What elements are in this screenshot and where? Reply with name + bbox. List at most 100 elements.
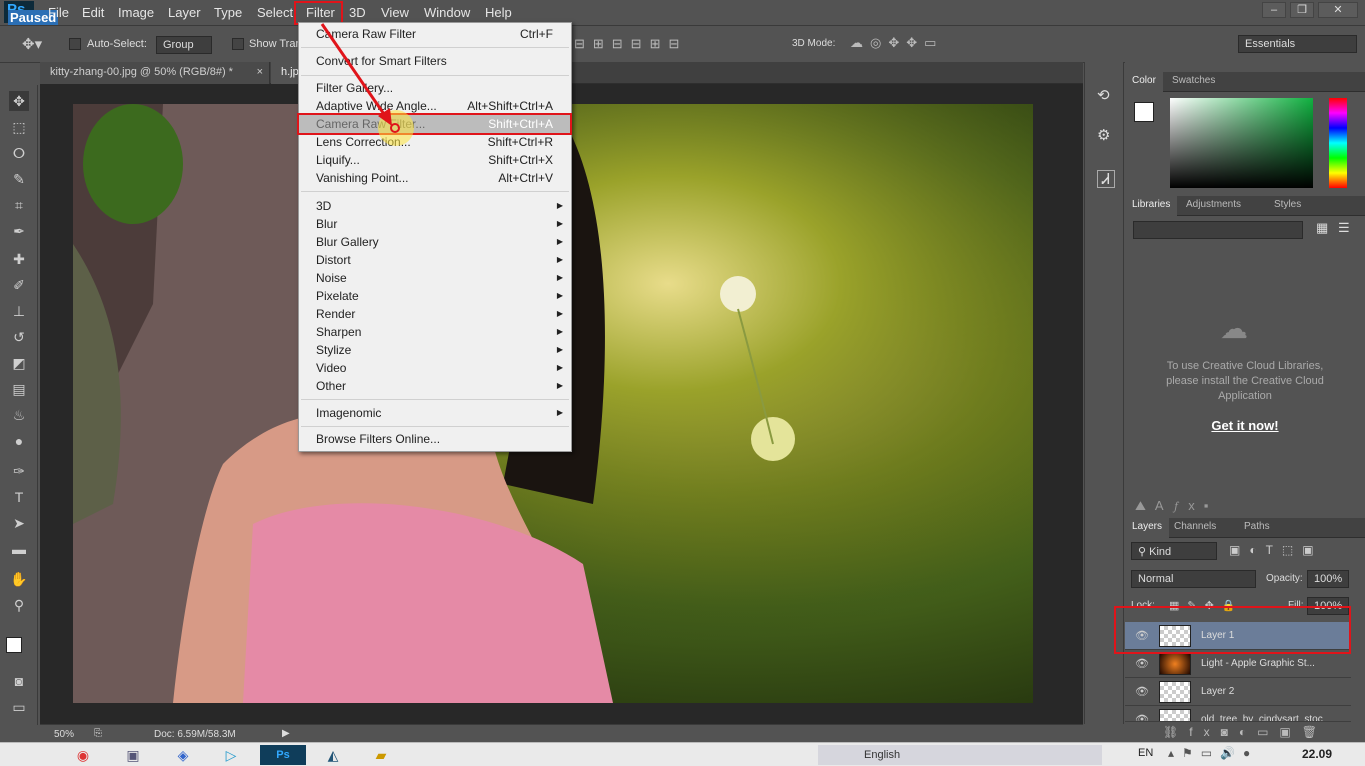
menu-item-vanishing-point[interactable]: Vanishing Point... Alt+Ctrl+V: [299, 169, 571, 187]
type-tool-icon[interactable]: T: [9, 487, 29, 507]
hue-slider[interactable]: [1329, 98, 1347, 188]
app-icon[interactable]: ◭: [322, 745, 344, 765]
menu-item-other[interactable]: Other ▶: [299, 377, 571, 395]
marquee-tool-icon[interactable]: ⬚: [9, 117, 29, 137]
menu-edit[interactable]: Edit: [82, 5, 104, 20]
layer-row-old-tree[interactable]: 👁 old_tree_by_cindysart_stoc: [1125, 706, 1351, 722]
eyedropper-tool-icon[interactable]: ✒: [9, 221, 29, 241]
blend-mode-dropdown[interactable]: Normal: [1131, 570, 1256, 588]
tab-styles[interactable]: Styles: [1267, 196, 1308, 216]
menu-item-sharpen[interactable]: Sharpen ▶: [299, 323, 571, 341]
menu-item-browse-online[interactable]: Browse Filters Online...: [299, 430, 571, 448]
eraser-tool-icon[interactable]: ◩: [9, 353, 29, 373]
kind-filter-dropdown[interactable]: ⚲ Kind: [1131, 542, 1217, 560]
folder-icon[interactable]: ▰: [370, 745, 392, 765]
foreground-color-swatch[interactable]: [6, 637, 22, 653]
app-icon[interactable]: ▣: [122, 745, 144, 765]
grid-view-icon[interactable]: ▦: [1316, 220, 1328, 236]
library-dropdown[interactable]: [1133, 221, 1303, 239]
3d-mode-icons[interactable]: ☁◎✥✥▭: [850, 35, 943, 51]
close-icon[interactable]: ×: [257, 66, 263, 78]
tab-kitty-zhang[interactable]: kitty-zhang-00.jpg @ 50% (RGB/8#) * ×: [40, 62, 270, 84]
menu-window[interactable]: Window: [424, 5, 470, 20]
tab-h[interactable]: h.jp: [271, 62, 301, 84]
menu-3d[interactable]: 3D: [349, 5, 366, 20]
pen-tool-icon[interactable]: ✑: [9, 461, 29, 481]
language-bar[interactable]: English: [818, 745, 1102, 765]
menu-layer[interactable]: Layer: [168, 5, 201, 20]
layer-footer-icons[interactable]: ⛓fx◙◐▭▣🗑: [1163, 725, 1328, 739]
lasso-tool-icon[interactable]: ⵔ: [9, 143, 29, 163]
show-transform-checkbox[interactable]: [232, 38, 244, 50]
layer-row-layer2[interactable]: 👁 Layer 2: [1125, 678, 1351, 706]
close-button[interactable]: ✕: [1318, 2, 1358, 18]
tab-adjustments[interactable]: Adjustments: [1179, 196, 1248, 216]
crop-tool-icon[interactable]: ⌗: [9, 195, 29, 215]
tab-swatches[interactable]: Swatches: [1165, 72, 1222, 92]
tab-layers[interactable]: Layers: [1125, 518, 1170, 538]
tray-icons[interactable]: ▴⚑▭🔊●: [1168, 746, 1258, 760]
character-icon[interactable]: Ꮧ: [1097, 170, 1115, 188]
gradient-tool-icon[interactable]: ▤: [9, 379, 29, 399]
share-icon[interactable]: ⎘: [94, 728, 102, 739]
stamp-tool-icon[interactable]: ⊥: [9, 301, 29, 321]
status-menu-arrow-icon[interactable]: ▶: [282, 728, 290, 739]
menu-item-pixelate[interactable]: Pixelate ▶: [299, 287, 571, 305]
screen-mode-icon[interactable]: ▭: [9, 697, 29, 717]
chrome-icon[interactable]: ◉: [72, 745, 94, 765]
tab-libraries[interactable]: Libraries: [1125, 196, 1178, 216]
align-icons[interactable]: ⊟⊞⊟⊟⊞⊟: [574, 36, 687, 52]
app-icon[interactable]: ◈: [172, 745, 194, 765]
blur-tool-icon[interactable]: ♨: [9, 405, 29, 425]
shape-tool-icon[interactable]: ▬: [9, 539, 29, 559]
foreground-swatch[interactable]: [1134, 102, 1154, 122]
apple-icon[interactable]: [16, 745, 38, 765]
opacity-input[interactable]: 100%: [1307, 570, 1349, 588]
history-brush-icon[interactable]: ↺: [9, 327, 29, 347]
menu-item-3d[interactable]: 3D ▶: [299, 197, 571, 215]
menu-item-render[interactable]: Render ▶: [299, 305, 571, 323]
layer-row-light[interactable]: 👁 Light - Apple Graphic St...: [1125, 650, 1351, 678]
restore-button[interactable]: ❐: [1290, 2, 1314, 18]
list-view-icon[interactable]: ☰: [1338, 220, 1350, 236]
zoom-level[interactable]: 50%: [54, 729, 74, 740]
menu-item-liquify[interactable]: Liquify... Shift+Ctrl+X: [299, 151, 571, 169]
menu-image[interactable]: Image: [118, 5, 154, 20]
brush-tool-icon[interactable]: ✐: [9, 275, 29, 295]
menu-item-video[interactable]: Video ▶: [299, 359, 571, 377]
auto-select-checkbox[interactable]: [69, 38, 81, 50]
workspace-dropdown[interactable]: Essentials: [1238, 35, 1357, 53]
menu-item-blur[interactable]: Blur ▶: [299, 215, 571, 233]
menu-view[interactable]: View: [381, 5, 409, 20]
library-footer-icons[interactable]: ⛰A𝑓x▪: [1135, 498, 1217, 514]
play-icon[interactable]: ▷: [220, 745, 242, 765]
history-icon[interactable]: ⟲: [1097, 86, 1110, 104]
eye-icon[interactable]: 👁: [1135, 685, 1149, 698]
quick-mask-icon[interactable]: ◙: [9, 671, 29, 691]
menu-select[interactable]: Select: [257, 5, 293, 20]
layer-filter-icons[interactable]: ▣◐T⬚▣: [1229, 543, 1323, 557]
menu-item-imagenomic[interactable]: Imagenomic ▶: [299, 404, 571, 422]
minimize-button[interactable]: –: [1262, 2, 1286, 18]
properties-icon[interactable]: ⚙: [1097, 126, 1110, 144]
healing-tool-icon[interactable]: ✚: [9, 249, 29, 269]
hand-tool-icon[interactable]: ✋: [9, 569, 29, 589]
menu-type[interactable]: Type: [214, 5, 242, 20]
menu-item-lens-correction[interactable]: Lens Correction... Shift+Ctrl+R: [299, 133, 571, 151]
menu-help[interactable]: Help: [485, 5, 512, 20]
menu-item-stylize[interactable]: Stylize ▶: [299, 341, 571, 359]
lang-indicator[interactable]: EN: [1138, 747, 1153, 759]
tab-channels[interactable]: Channels: [1167, 518, 1223, 538]
eye-icon[interactable]: 👁: [1135, 713, 1149, 721]
color-field[interactable]: [1170, 98, 1313, 188]
menu-item-noise[interactable]: Noise ▶: [299, 269, 571, 287]
group-dropdown[interactable]: Group: [156, 36, 212, 54]
path-select-icon[interactable]: ➤: [9, 513, 29, 533]
eye-icon[interactable]: 👁: [1135, 657, 1149, 670]
dodge-tool-icon[interactable]: ●: [9, 431, 29, 451]
get-it-now-link[interactable]: Get it now!: [1125, 418, 1365, 433]
menu-file[interactable]: File: [48, 5, 69, 20]
quick-select-tool-icon[interactable]: ✎: [9, 169, 29, 189]
tab-color[interactable]: Color: [1125, 72, 1163, 92]
photoshop-taskbar-icon[interactable]: Ps: [260, 745, 306, 765]
